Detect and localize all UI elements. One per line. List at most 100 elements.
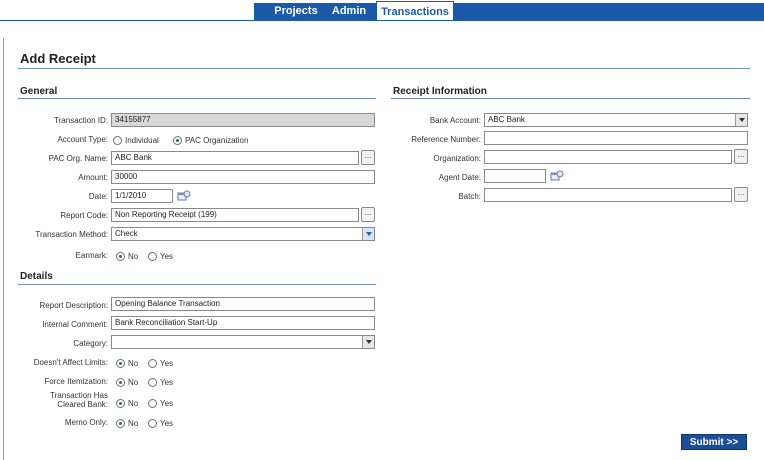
calendar-icon[interactable] (177, 190, 191, 202)
radio-off-icon (113, 135, 122, 145)
date-field[interactable]: 1/1/2010 (111, 189, 173, 203)
doesnt-affect-limits-no-radio[interactable]: No (116, 357, 138, 369)
force-itemization-yes-label: Yes (160, 377, 174, 387)
title-divider (18, 68, 750, 69)
organization-label: Organization: (433, 154, 481, 163)
category-select[interactable] (111, 335, 375, 349)
account-type-pac-radio[interactable]: PAC Organization (173, 134, 248, 146)
cleared-bank-label: Transaction Has Cleared Bank: (50, 391, 108, 409)
cleared-bank-no-radio[interactable]: No (116, 397, 138, 409)
radio-on-icon (116, 418, 125, 428)
force-itemization-no-label: No (128, 377, 139, 387)
account-type-individual-label: Individual (125, 135, 159, 145)
earmark-yes-radio[interactable]: Yes (148, 250, 173, 262)
nav-divider (0, 20, 764, 21)
account-type-pac-label: PAC Organization (185, 135, 249, 145)
chevron-down-icon[interactable] (362, 228, 374, 240)
force-itemization-label: Force Itemization: (44, 377, 108, 386)
pac-org-lookup-button[interactable]: ... (361, 150, 375, 165)
earmark-no-label: No (128, 251, 139, 261)
memo-only-yes-label: Yes (160, 418, 174, 428)
radio-off-icon (148, 377, 157, 387)
internal-comment-label: Internal Comment: (42, 320, 108, 329)
chevron-down-icon[interactable] (362, 336, 374, 348)
memo-only-label: Memo Only: (64, 418, 108, 427)
details-heading: Details (20, 271, 53, 282)
details-divider (18, 284, 376, 285)
radio-on-icon (116, 398, 125, 408)
batch-label: Batch: (458, 192, 481, 201)
organization-lookup-button[interactable]: ... (734, 149, 748, 164)
cleared-bank-yes-radio[interactable]: Yes (148, 397, 173, 409)
receipt-info-divider (391, 98, 750, 99)
cleared-bank-radio-group: No Yes (111, 397, 231, 409)
radio-on-icon (116, 358, 125, 368)
reference-number-label: Reference Number: (411, 135, 481, 144)
account-type-label: Account Type: (57, 135, 108, 144)
bank-account-select[interactable]: ABC Bank (484, 113, 748, 127)
bank-account-label: Bank Account: (429, 116, 481, 125)
earmark-no-radio[interactable]: No (116, 250, 138, 262)
doesnt-affect-limits-radio-group: No Yes (111, 357, 231, 369)
transaction-method-select[interactable]: Check (111, 227, 375, 241)
cleared-bank-no-label: No (128, 398, 139, 408)
page-title: Add Receipt (20, 51, 96, 66)
internal-comment-field[interactable]: Bank Reconciliation Start-Up (111, 316, 375, 330)
memo-only-radio-group: No Yes (111, 417, 231, 429)
doesnt-affect-limits-no-label: No (128, 358, 139, 368)
pac-org-name-label: PAC Org. Name: (48, 154, 108, 163)
radio-on-icon (173, 135, 182, 145)
doesnt-affect-limits-yes-label: Yes (160, 358, 174, 368)
doesnt-affect-limits-yes-radio[interactable]: Yes (148, 357, 173, 369)
content-frame-border (3, 38, 4, 460)
memo-only-no-radio[interactable]: No (116, 417, 138, 429)
batch-lookup-button[interactable]: ... (734, 187, 748, 202)
batch-field[interactable] (484, 188, 732, 202)
report-description-field[interactable]: Opening Balance Transaction (111, 297, 375, 311)
submit-button[interactable]: Submit >> (681, 434, 747, 450)
transaction-method-label: Transaction Method: (35, 230, 108, 239)
memo-only-yes-radio[interactable]: Yes (148, 417, 173, 429)
report-code-lookup-button[interactable]: ... (361, 207, 375, 222)
report-description-label: Report Description: (39, 301, 108, 310)
date-label: Date: (88, 192, 108, 201)
general-heading: General (20, 86, 58, 97)
radio-off-icon (148, 358, 157, 368)
amount-field[interactable]: 30000 (111, 170, 375, 184)
organization-field[interactable] (484, 150, 732, 164)
top-nav: Projects Admin Transactions (0, 0, 764, 21)
agent-date-field[interactable] (484, 169, 546, 183)
reference-number-field[interactable] (484, 131, 748, 145)
earmark-label: Earmark: (75, 251, 108, 260)
earmark-yes-label: Yes (160, 251, 174, 261)
receipt-info-heading: Receipt Information (393, 86, 487, 97)
general-divider (18, 98, 376, 99)
memo-only-no-label: No (128, 418, 139, 428)
transaction-id-label: Transaction ID: (54, 116, 108, 125)
radio-on-icon (116, 251, 125, 261)
tab-projects[interactable]: Projects (270, 3, 322, 20)
force-itemization-radio-group: No Yes (111, 376, 231, 388)
tab-admin[interactable]: Admin (329, 3, 369, 20)
report-code-label: Report Code: (60, 211, 108, 220)
transaction-method-value: Check (115, 229, 138, 238)
calendar-icon[interactable] (550, 170, 564, 182)
report-code-field[interactable]: Non Reporting Receipt (199) (111, 208, 359, 222)
category-label: Category: (73, 339, 108, 348)
account-type-individual-radio[interactable]: Individual (113, 134, 159, 146)
radio-off-icon (148, 251, 157, 261)
account-type-radio-group: Individual PAC Organization (111, 134, 311, 146)
bank-account-value: ABC Bank (488, 115, 525, 124)
amount-label: Amount: (78, 173, 108, 182)
pac-org-name-field[interactable]: ABC Bank (111, 151, 359, 165)
earmark-radio-group: No Yes (111, 250, 231, 262)
radio-on-icon (116, 377, 125, 387)
force-itemization-no-radio[interactable]: No (116, 376, 138, 388)
force-itemization-yes-radio[interactable]: Yes (148, 376, 173, 388)
doesnt-affect-limits-label: Doesn't Affect Limits: (33, 358, 108, 367)
tab-transactions[interactable]: Transactions (376, 1, 454, 21)
chevron-down-icon[interactable] (735, 114, 747, 126)
cleared-bank-yes-label: Yes (160, 398, 174, 408)
transaction-id-field: 34155877 (111, 113, 375, 127)
agent-date-label: Agent Date: (438, 173, 481, 182)
